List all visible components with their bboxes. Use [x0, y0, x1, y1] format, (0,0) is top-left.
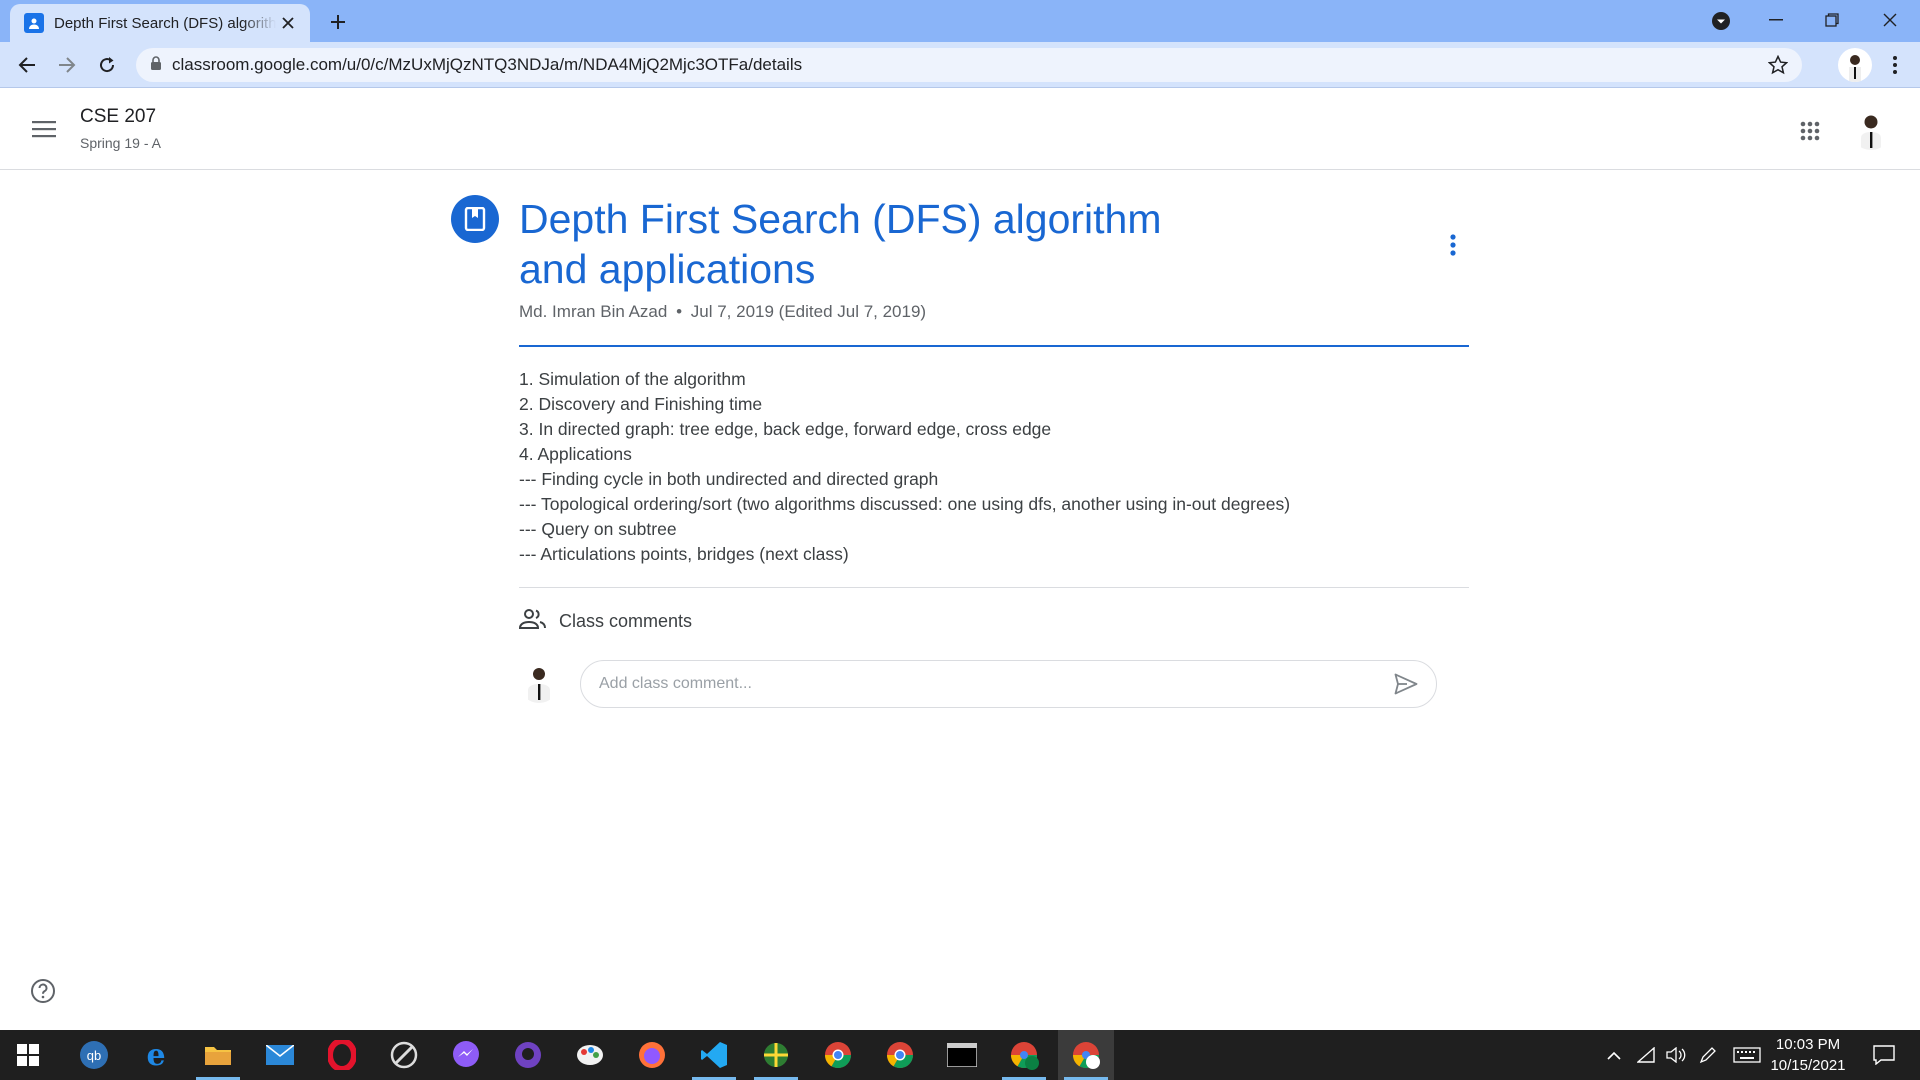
class-comments-label: Class comments — [559, 611, 693, 631]
notifications-icon[interactable] — [1864, 1030, 1904, 1080]
browser-tabstrip: Depth First Search (DFS) algorithm and a… — [0, 0, 1920, 42]
material-description: 1. Simulation of the algorithm 2. Discov… — [519, 367, 1469, 567]
lock-icon[interactable] — [150, 55, 162, 75]
material-meta: Md. Imran Bin Azad • Jul 7, 2019 (Edited… — [519, 302, 926, 322]
opera-icon[interactable] — [314, 1030, 370, 1080]
send-icon[interactable] — [1386, 664, 1426, 704]
file-explorer-icon[interactable] — [190, 1030, 246, 1080]
classroom-favicon-icon — [24, 13, 44, 33]
start-button[interactable] — [0, 1030, 56, 1080]
author-name: Md. Imran Bin Azad — [519, 302, 668, 321]
tray-overflow-icon[interactable] — [1600, 1030, 1628, 1080]
reload-icon[interactable] — [92, 50, 122, 80]
description-line: 4. Applications — [519, 444, 632, 464]
github-desktop-icon[interactable] — [500, 1030, 556, 1080]
meta-separator: • — [676, 302, 683, 321]
messenger-icon[interactable] — [438, 1030, 494, 1080]
comment-input-box[interactable] — [580, 660, 1437, 708]
svg-text:qb: qb — [87, 1048, 101, 1063]
chrome-icon[interactable] — [872, 1030, 928, 1080]
mail-icon[interactable] — [252, 1030, 308, 1080]
people-icon — [518, 609, 547, 634]
browser-menu-icon[interactable] — [1880, 50, 1910, 80]
new-tab-icon[interactable] — [324, 8, 352, 36]
paint-icon[interactable] — [562, 1030, 618, 1080]
description-line: --- Topological ordering/sort (two algor… — [519, 494, 1291, 514]
tab-search-icon[interactable] — [1708, 8, 1734, 34]
forward-arrow-icon[interactable] — [52, 50, 82, 80]
account-avatar[interactable] — [1850, 108, 1892, 150]
tab-close-icon[interactable] — [276, 11, 300, 35]
restore-icon[interactable] — [1804, 0, 1860, 40]
post-date: Jul 7, 2019 (Edited Jul 7, 2019) — [690, 302, 927, 321]
class-section: Spring 19 - A — [80, 135, 161, 151]
app-header: CSE 207 Spring 19 - A — [0, 88, 1920, 170]
tab-title: Depth First Search (DFS) algorithm and a… — [54, 14, 276, 32]
class-comments-header: Class comments — [518, 609, 693, 634]
comment-input[interactable] — [599, 675, 1386, 693]
description-line: --- Articulations points, bridges (next … — [519, 544, 849, 564]
chrome-profile-active-icon[interactable] — [1058, 1030, 1114, 1080]
description-line: 3. In directed graph: tree edge, back ed… — [519, 419, 1052, 439]
keyboard-icon[interactable] — [1730, 1030, 1764, 1080]
vscode-icon[interactable] — [686, 1030, 742, 1080]
address-bar[interactable]: classroom.google.com/u/0/c/MzUxMjQzNTQ3N… — [136, 48, 1802, 82]
description-line: 1. Simulation of the algorithm — [519, 369, 746, 389]
firefox-icon[interactable] — [624, 1030, 680, 1080]
description-line: --- Finding cycle in both undirected and… — [519, 469, 939, 489]
material-book-icon — [451, 195, 499, 243]
inkscape-icon[interactable] — [376, 1030, 432, 1080]
browser-profile-avatar[interactable] — [1838, 48, 1872, 82]
pen-icon[interactable] — [1694, 1030, 1722, 1080]
bookmark-star-icon[interactable] — [1767, 54, 1789, 80]
clock-time: 10:03 PM — [1775, 1036, 1841, 1053]
chrome-profile-1-icon[interactable] — [810, 1030, 866, 1080]
windows-taskbar: qb e 10:03 PM 10/15/2021 — [0, 1030, 1920, 1080]
description-line: --- Query on subtree — [519, 519, 677, 539]
clock-date: 10/15/2021 — [1770, 1057, 1846, 1074]
network-app-icon[interactable] — [748, 1030, 804, 1080]
edge-icon[interactable]: e — [128, 1030, 184, 1080]
wifi-icon[interactable] — [1632, 1030, 1660, 1080]
svg-text:e: e — [146, 1040, 165, 1070]
help-icon[interactable] — [28, 976, 58, 1006]
volume-icon[interactable] — [1662, 1030, 1690, 1080]
browser-tab[interactable]: Depth First Search (DFS) algorithm and a… — [10, 4, 310, 42]
url-text: classroom.google.com/u/0/c/MzUxMjQzNTQ3N… — [172, 55, 803, 74]
description-line: 2. Discovery and Finishing time — [519, 394, 763, 414]
main-menu-icon[interactable] — [24, 111, 64, 147]
close-window-icon[interactable] — [1862, 0, 1918, 40]
google-apps-icon[interactable] — [1790, 111, 1830, 151]
quickbooks-icon[interactable]: qb — [66, 1030, 122, 1080]
minimize-icon[interactable] — [1748, 0, 1804, 40]
back-arrow-icon[interactable] — [12, 50, 42, 80]
title-divider — [519, 345, 1469, 347]
taskbar-clock[interactable]: 10:03 PM 10/15/2021 — [1766, 1034, 1850, 1076]
chrome-profile-ek-icon[interactable] — [996, 1030, 1052, 1080]
terminal-icon[interactable] — [934, 1030, 990, 1080]
more-options-icon[interactable] — [1438, 228, 1468, 262]
description-divider — [519, 587, 1469, 588]
page-title: Depth First Search (DFS) algorithm and a… — [519, 196, 1162, 292]
comment-user-avatar — [519, 663, 559, 703]
browser-toolbar: classroom.google.com/u/0/c/MzUxMjQzNTQ3N… — [0, 42, 1920, 88]
class-name[interactable]: CSE 207 — [80, 106, 156, 128]
